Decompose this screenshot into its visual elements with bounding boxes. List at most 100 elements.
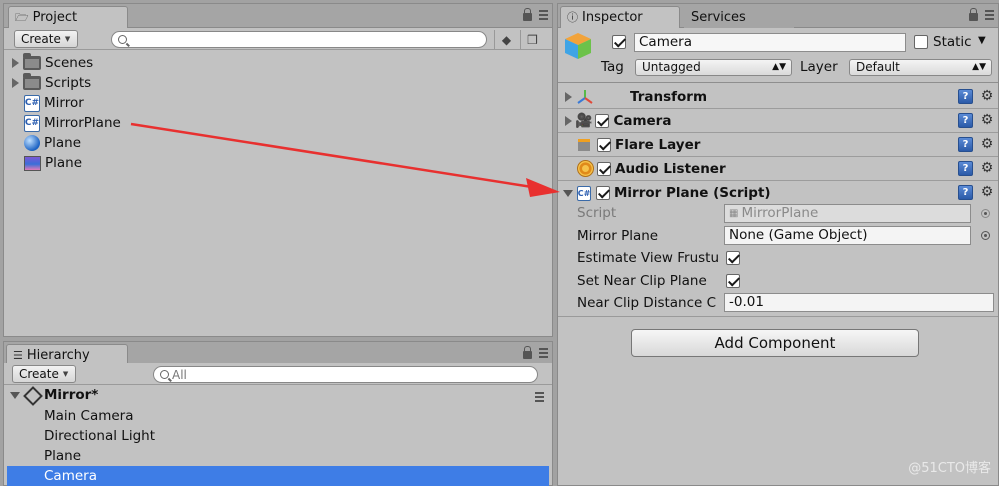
static-dropdown-icon[interactable]: ▼ (978, 35, 986, 46)
component-transform[interactable]: Transform (558, 85, 998, 109)
filter-by-type-button[interactable]: ◆ (494, 30, 518, 49)
static-checkbox[interactable] (914, 35, 928, 49)
filter-type-icon: ◆ (501, 32, 512, 47)
panel-menu-icon[interactable] (536, 348, 548, 358)
tab-inspector[interactable]: ⓘ Inspector (560, 6, 680, 28)
project-item-plane-texture[interactable]: Plane (24, 153, 82, 173)
gear-icon[interactable]: ⚙ (979, 113, 995, 127)
expand-arrow-icon[interactable] (565, 91, 572, 102)
lock-icon[interactable] (969, 8, 978, 21)
component-flare-layer[interactable]: Flare Layer (558, 133, 998, 157)
updown-arrows-icon: ▲▼ (772, 62, 786, 72)
tab-project[interactable]: 🗁 Project (8, 6, 128, 28)
tab-inspector-label: Inspector (582, 9, 643, 25)
project-item-mirrorplane[interactable]: C# MirrorPlane (24, 113, 121, 133)
mirror-plane-object-field[interactable]: None (Game Object) (724, 226, 971, 245)
object-picker-icon[interactable] (981, 231, 990, 240)
component-audio-listener[interactable]: Audio Listener (558, 157, 998, 181)
caret-down-icon: ▼ (62, 370, 69, 378)
gear-icon[interactable]: ⚙ (979, 137, 995, 151)
transform-axes-icon (577, 89, 593, 104)
hierarchy-search-placeholder: All (172, 367, 187, 382)
hierarchy-item-camera[interactable]: Camera (7, 466, 549, 486)
component-enabled-checkbox[interactable] (597, 137, 611, 152)
item-label: Mirror (44, 95, 84, 111)
hierarchy-item-main-camera[interactable]: Main Camera (7, 406, 549, 426)
panel-menu-icon[interactable] (982, 10, 994, 20)
gameobject-active-checkbox[interactable] (612, 35, 626, 49)
help-icon[interactable]: ? (958, 113, 973, 128)
set-near-clip-plane-label: Set Near Clip Plane (577, 273, 707, 289)
gear-icon[interactable]: ⚙ (979, 185, 995, 199)
collapse-arrow-icon[interactable] (563, 189, 573, 197)
component-enabled-checkbox[interactable] (595, 113, 610, 128)
component-mirror-plane-script[interactable]: C# Mirror Plane (Script) (558, 181, 998, 205)
scene-row[interactable]: Mirror* (10, 385, 544, 405)
project-search-input[interactable] (111, 31, 487, 48)
folder-tab-icon: 🗁 (15, 10, 29, 24)
near-clip-distance-label: Near Clip Distance C (577, 295, 717, 311)
header-separator (558, 82, 998, 83)
hierarchy-item-plane[interactable]: Plane (7, 446, 549, 466)
folder-icon (23, 73, 41, 90)
project-create-button[interactable]: Create ▼ (14, 30, 78, 48)
help-icon[interactable]: ? (958, 161, 973, 176)
object-picker-icon[interactable] (981, 209, 990, 218)
tag-dropdown[interactable]: Untagged ▲▼ (635, 59, 792, 76)
lock-icon[interactable] (523, 346, 532, 359)
help-icon[interactable]: ? (958, 137, 973, 152)
tab-services[interactable]: Services (684, 6, 794, 28)
component-camera[interactable]: 🎥 Camera (558, 109, 998, 133)
estimate-view-frustum-label: Estimate View Frustu (577, 250, 720, 266)
project-item-mirror[interactable]: C# Mirror (24, 93, 84, 113)
gameobject-cube-icon (565, 33, 591, 59)
gear-icon[interactable]: ⚙ (979, 89, 995, 103)
panel-menu-icon[interactable] (536, 10, 548, 20)
expand-arrow-icon[interactable] (12, 78, 19, 88)
tab-services-label: Services (691, 9, 746, 25)
search-icon (160, 370, 169, 379)
static-label: Static (933, 34, 972, 50)
folder-icon (23, 53, 41, 70)
script-reference-field: ▦ MirrorPlane (724, 204, 971, 223)
watermark-text: @51CTO博客 (908, 461, 991, 476)
script-file-icon: ▦ (729, 208, 739, 219)
audio-listener-icon (577, 160, 594, 177)
scene-name: Mirror* (44, 387, 99, 403)
expand-arrow-icon[interactable] (12, 58, 19, 68)
near-clip-distance-input[interactable]: -0.01 (724, 293, 994, 312)
estimate-view-frustum-checkbox[interactable] (726, 251, 740, 265)
texture-image-icon (24, 155, 41, 171)
tag-value: Untagged (642, 60, 701, 74)
project-item-scripts[interactable]: Scripts (12, 73, 91, 93)
set-near-clip-plane-checkbox[interactable] (726, 274, 740, 288)
item-label: MirrorPlane (44, 115, 121, 131)
item-label: Scripts (45, 75, 92, 91)
component-enabled-checkbox[interactable] (597, 161, 611, 176)
help-icon[interactable]: ? (958, 185, 973, 200)
hierarchy-create-button[interactable]: Create ▼ (12, 365, 76, 383)
gear-icon[interactable]: ⚙ (979, 161, 995, 175)
gameobject-name-input[interactable]: Camera (634, 33, 906, 52)
help-icon[interactable]: ? (958, 89, 973, 104)
inspector-tabbar: ⓘ Inspector Services (558, 4, 998, 28)
filter-by-label-button[interactable]: ❒ (520, 30, 544, 49)
csharp-script-icon: C# (577, 185, 591, 201)
expand-arrow-icon[interactable] (565, 115, 572, 126)
add-component-button[interactable]: Add Component (631, 329, 919, 357)
script-field-label: Script (577, 205, 617, 221)
component-enabled-checkbox[interactable] (596, 186, 610, 200)
hierarchy-toolbar: Create ▼ All (4, 363, 552, 385)
hierarchy-item-directional-light[interactable]: Directional Light (7, 426, 549, 446)
scene-menu-icon[interactable] (532, 392, 544, 402)
lock-icon[interactable] (523, 8, 532, 21)
component-name: Mirror Plane (Script) (614, 185, 771, 201)
hierarchy-panel: ☰ Hierarchy Create ▼ All Mirror* Main Ca… (3, 341, 553, 486)
collapse-arrow-icon[interactable] (10, 391, 20, 399)
project-item-plane-material[interactable]: Plane (24, 133, 81, 153)
project-toolbar: Create ▼ ◆ ❒ (4, 28, 552, 50)
hierarchy-search-input[interactable]: All (153, 366, 538, 383)
layer-dropdown[interactable]: Default ▲▼ (849, 59, 992, 76)
project-create-label: Create (21, 32, 61, 46)
project-item-scenes[interactable]: Scenes (12, 53, 93, 73)
